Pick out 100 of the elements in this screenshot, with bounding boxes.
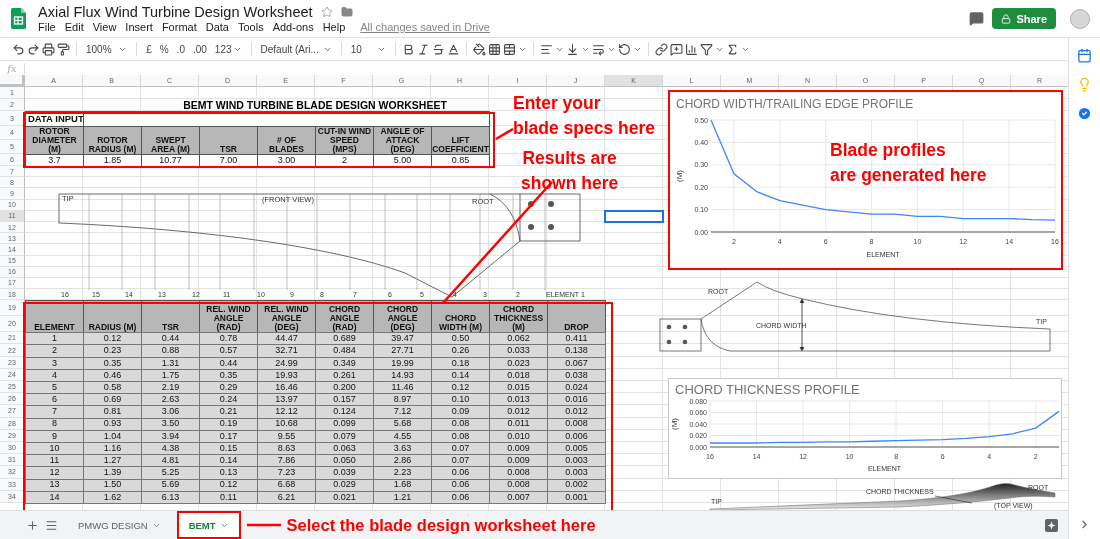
currency-button[interactable]: £ [143,40,155,58]
decrease-decimals-button[interactable]: .0 [173,40,188,58]
table-cell: 2.23 [373,466,432,480]
italic-icon[interactable] [416,42,430,56]
strikethrough-icon[interactable] [431,42,445,56]
table-cell: 0.124 [315,405,374,419]
table-cell: 2 [25,344,84,358]
menu-item[interactable]: File [38,21,56,33]
merge-cells-icon[interactable] [502,42,516,56]
table-cell: 27.71 [373,344,432,358]
borders-icon[interactable] [487,42,501,56]
table-cell: 1.39 [83,466,142,480]
calendar-icon[interactable] [1077,48,1092,63]
redo-icon[interactable] [27,42,40,56]
table-cell: 0.484 [315,344,374,358]
selected-cell[interactable] [604,209,664,223]
column-heading: TSR [199,126,258,155]
column-heading: LIFT COEFFICIENT [431,126,490,155]
number-format-dropdown[interactable]: 123 [211,40,245,58]
table-cell: 32.71 [257,344,316,358]
table-cell: 3.06 [141,405,200,419]
chart-icon[interactable] [684,42,698,56]
sheet-list-icon[interactable] [45,518,58,532]
column-heading: ANGLE OF ATTACK (DEG) [373,126,432,155]
table-cell: 0.88 [141,344,200,358]
table-cell: 7.23 [257,466,316,480]
menu-item[interactable]: Data [205,21,229,33]
leader-line [495,127,514,141]
menu-item[interactable]: Tools [237,21,264,33]
lock-icon [1001,13,1012,24]
menu-item[interactable]: Add-ons [272,21,314,33]
font-dropdown[interactable]: Default (Ari... [257,40,335,58]
zoom-dropdown[interactable]: 100% [83,40,131,58]
sheets-logo-icon[interactable] [11,8,26,29]
paint-roller-icon[interactable] [57,42,70,56]
chart-title: CHORD THICKNESS PROFILE [675,382,860,397]
table-cell: 0.039 [315,466,374,480]
print-icon[interactable] [42,42,55,56]
annotation-text: Enter your blade specs here [513,92,656,140]
annotation-text: Results are shown here [521,147,619,195]
table-cell: 0.09 [431,405,490,419]
fill-color-icon[interactable] [472,42,486,56]
add-sheet-icon[interactable] [26,518,39,532]
column-heading: ROTOR RADIUS (M) [83,126,142,155]
folder-icon[interactable] [340,6,353,18]
table-cell: 7.12 [373,405,432,419]
menu-item[interactable]: Format [161,21,197,33]
column-heading: SWEPT AREA (M) [141,126,200,155]
menu-item[interactable]: Insert [125,21,153,33]
leader-line [246,523,281,527]
table-cell: 0.012 [547,405,606,419]
undo-icon[interactable] [12,42,25,56]
table-cell: 0.21 [199,405,258,419]
table-cell: 12.12 [257,405,316,419]
increase-decimals-button[interactable]: .00 [189,40,210,58]
align-left-icon[interactable] [539,42,553,56]
menu-item[interactable]: Help [322,21,346,33]
table-cell: 0.003 [547,466,606,480]
explore-icon[interactable] [1045,518,1058,532]
text-rotation-icon[interactable] [617,42,631,56]
menu-item[interactable]: Edit [64,21,84,33]
text-wrap-icon[interactable] [591,42,605,56]
chart-title: CHORD WIDTH/TRAILING EDGE PROFILE [676,97,914,111]
table-cell: 7 [25,405,84,419]
link-icon[interactable] [654,42,668,56]
axis-title: (M) [675,170,684,182]
add-comment-icon[interactable] [669,42,683,56]
table-cell: 0.06 [431,466,490,480]
table-cell: 0.57 [199,344,258,358]
table-cell: 0.26 [431,344,490,358]
leader-line [934,495,973,504]
table-cell: 0.008 [489,466,548,480]
annotation-text: Blade profiles are generated here [830,139,987,187]
table-cell: 0.13 [199,466,258,480]
formula-label: fx [0,62,25,74]
share-button[interactable]: Share [992,8,1056,29]
filter-icon[interactable] [699,42,713,56]
annotation-text: Select the blade design worksheet here [286,515,596,535]
sheet-tab[interactable]: BEMT [178,513,239,537]
font-size-dropdown[interactable]: 10 [347,40,389,58]
table-cell: 0.138 [547,344,606,358]
table-cell: 0.23 [83,344,142,358]
percent-button[interactable]: % [156,40,172,58]
column-heading: # OF BLADES [257,126,316,155]
menu-item[interactable]: View [92,21,117,33]
vertical-align-icon[interactable] [565,42,579,56]
column-heading: ROTOR DIAMETER (M) [25,126,84,155]
star-icon[interactable] [320,6,333,18]
document-title[interactable]: Axial Flux Wind Turbine Design Worksheet [38,4,313,20]
axis-title: (M) [670,418,679,430]
sheet-tab[interactable]: PMWG DESIGN [68,513,171,537]
table-cell: 0.012 [489,405,548,419]
text-color-icon[interactable] [446,42,460,56]
comment-icon[interactable] [969,11,985,26]
table-cell: 0.033 [489,344,548,358]
save-status-link[interactable]: All changes saved in Drive [360,21,490,33]
tasks-icon[interactable] [1077,106,1092,121]
table-cell: 12 [25,466,84,480]
column-heading: CUT-IN WIND SPEED (MPS) [315,126,374,155]
table-cell: 5.25 [141,466,200,480]
